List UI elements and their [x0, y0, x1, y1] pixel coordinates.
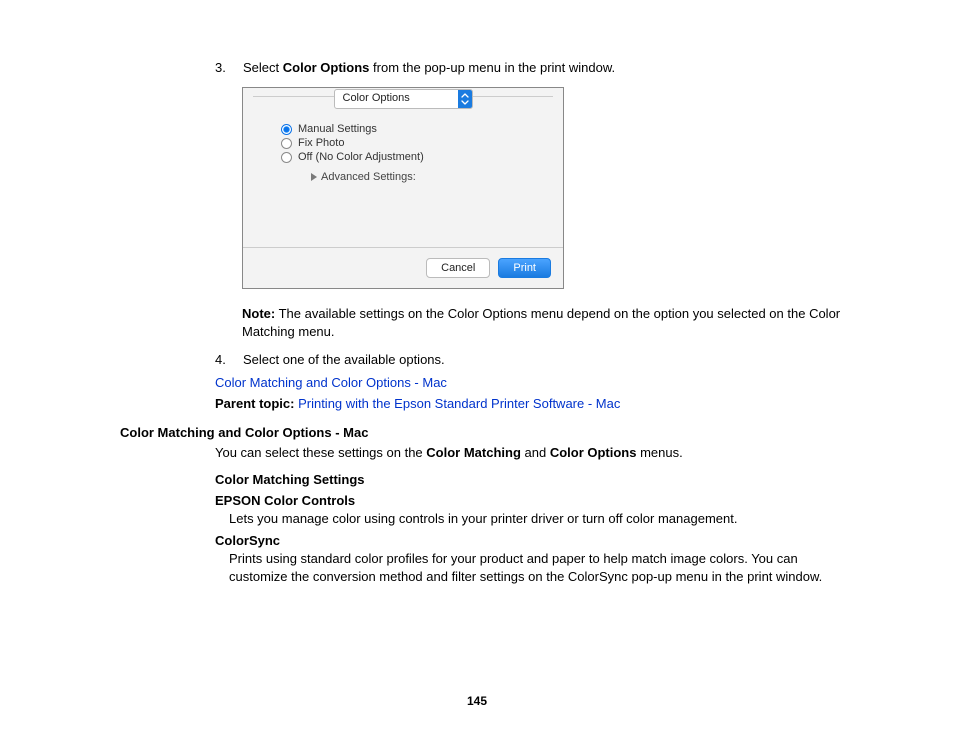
step-3-number: 3. [120, 60, 243, 75]
print-button-label: Print [513, 262, 536, 274]
cancel-button-label: Cancel [441, 262, 475, 274]
section-heading: Color Matching and Color Options - Mac [120, 425, 854, 440]
step-4: 4. Select one of the available options. [120, 352, 854, 367]
radio-fix-photo-label: Fix Photo [298, 137, 344, 149]
dd-epson-color-controls: Lets you manage color using controls in … [229, 510, 854, 528]
options-dropdown[interactable]: Color Options [334, 89, 473, 109]
cancel-button[interactable]: Cancel [426, 258, 490, 278]
radio-manual-settings-label: Manual Settings [298, 123, 377, 135]
note-block: Note: The available settings on the Colo… [242, 305, 852, 340]
radio-manual-settings[interactable]: Manual Settings [281, 123, 553, 135]
radio-fix-photo[interactable]: Fix Photo [281, 137, 553, 149]
advanced-settings-disclosure[interactable]: Advanced Settings: [281, 165, 553, 183]
radio-selected-icon [281, 124, 292, 135]
intro-b1: Color Matching [426, 445, 521, 460]
options-dropdown-label: Color Options [335, 90, 458, 108]
link-color-matching-options[interactable]: Color Matching and Color Options - Mac [215, 375, 447, 390]
definitions-list: EPSON Color Controls Lets you manage col… [215, 493, 854, 586]
step-3-suffix: from the pop-up menu in the print window… [369, 60, 615, 75]
intro-post: menus. [636, 445, 682, 460]
chevron-updown-icon [458, 90, 472, 108]
step-4-text: Select one of the available options. [243, 352, 854, 367]
step-3-prefix: Select [243, 60, 283, 75]
page-number: 145 [0, 694, 954, 708]
step-3-bold: Color Options [283, 60, 370, 75]
parent-topic-label: Parent topic: [215, 396, 294, 411]
radio-unselected-icon [281, 138, 292, 149]
advanced-settings-label: Advanced Settings: [321, 171, 416, 183]
dd-colorsync: Prints using standard color profiles for… [229, 550, 854, 585]
radio-unselected-icon [281, 152, 292, 163]
dt-epson-color-controls: EPSON Color Controls [215, 493, 854, 508]
step-4-number: 4. [120, 352, 243, 367]
section-intro: You can select these settings on the Col… [215, 444, 854, 462]
note-label: Note: [242, 306, 275, 321]
intro-b2: Color Options [550, 445, 637, 460]
print-dialog-screenshot: Color Options Manual Settings Fix Photo [242, 87, 564, 289]
step-3: 3. Select Color Options from the pop-up … [120, 60, 854, 75]
triangle-right-icon [311, 173, 317, 181]
radio-off-no-color-label: Off (No Color Adjustment) [298, 151, 424, 163]
radio-off-no-color[interactable]: Off (No Color Adjustment) [281, 151, 553, 163]
note-text: The available settings on the Color Opti… [242, 306, 840, 339]
link-parent-topic[interactable]: Printing with the Epson Standard Printer… [294, 396, 620, 411]
subheading-color-matching: Color Matching Settings [215, 472, 854, 487]
print-button[interactable]: Print [498, 258, 551, 278]
intro-mid: and [521, 445, 550, 460]
step-3-text: Select Color Options from the pop-up men… [243, 60, 854, 75]
intro-pre: You can select these settings on the [215, 445, 426, 460]
dt-colorsync: ColorSync [215, 533, 854, 548]
radio-group: Manual Settings Fix Photo Off (No Color … [253, 115, 553, 187]
